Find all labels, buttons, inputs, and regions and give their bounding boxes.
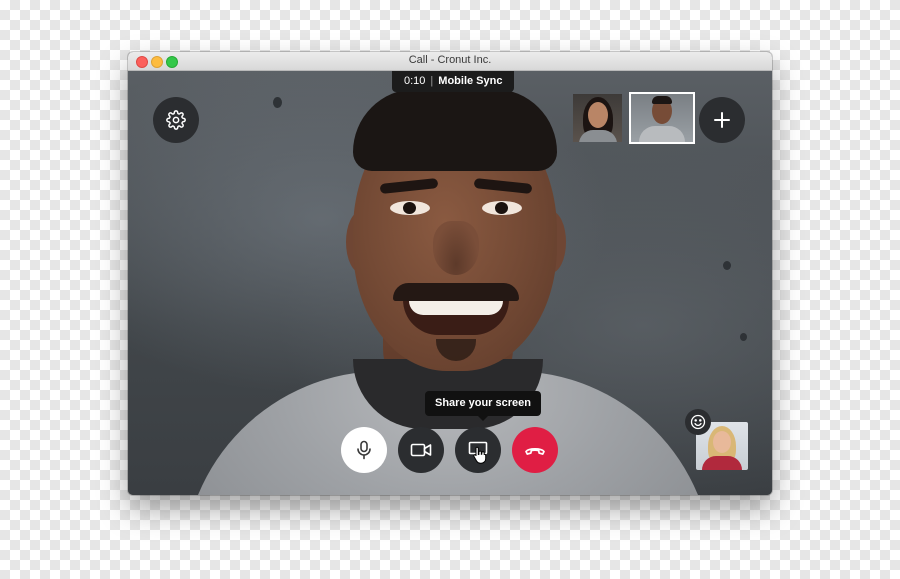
thumbnail-body xyxy=(579,130,617,142)
smiley-icon xyxy=(690,414,706,430)
call-window: Call - Cronut Inc. 0:10 | Mobile Sync Sh… xyxy=(128,52,772,495)
thumbnail-face xyxy=(588,102,608,128)
participant-thumbnail-1[interactable] xyxy=(573,94,622,142)
share-screen-tooltip: Share your screen xyxy=(425,391,541,421)
window-title: Call - Cronut Inc. xyxy=(408,54,492,66)
microphone-button[interactable] xyxy=(341,427,387,473)
add-participant-button[interactable] xyxy=(699,97,745,143)
hang-up-icon xyxy=(525,448,545,455)
main-video: 0:10 | Mobile Sync Share your screen xyxy=(128,71,772,495)
participant-mustache xyxy=(393,283,519,301)
call-controls xyxy=(128,427,772,473)
settings-button[interactable] xyxy=(153,97,199,143)
wall-spot xyxy=(273,97,282,108)
participant-thumbnail-2-active[interactable] xyxy=(629,92,695,144)
call-status-pill: 0:10 | Mobile Sync xyxy=(392,71,515,92)
title-bar: Call - Cronut Inc. xyxy=(128,52,772,71)
call-duration: 0:10 xyxy=(404,75,426,87)
wall-spot xyxy=(740,333,747,341)
participant-teeth xyxy=(409,299,503,315)
participant-eye xyxy=(390,201,430,215)
thumbnail-body xyxy=(639,126,685,142)
video-button[interactable] xyxy=(398,427,444,473)
gear-icon xyxy=(166,110,186,130)
wall-spot xyxy=(723,261,731,270)
microphone-icon xyxy=(357,440,371,460)
plus-icon xyxy=(714,112,730,128)
reaction-button[interactable] xyxy=(685,409,711,435)
participant-nose xyxy=(433,221,479,275)
call-status-separator: | xyxy=(430,75,434,87)
participant-eye xyxy=(482,201,522,215)
participant-mouth xyxy=(403,295,509,335)
end-call-button[interactable] xyxy=(512,427,558,473)
hand-pointer-cursor-icon xyxy=(473,446,487,464)
video-camera-icon xyxy=(410,443,432,457)
call-channel-name: Mobile Sync xyxy=(438,75,503,87)
thumbnail-hair xyxy=(652,96,672,104)
participant-hair xyxy=(353,89,557,171)
